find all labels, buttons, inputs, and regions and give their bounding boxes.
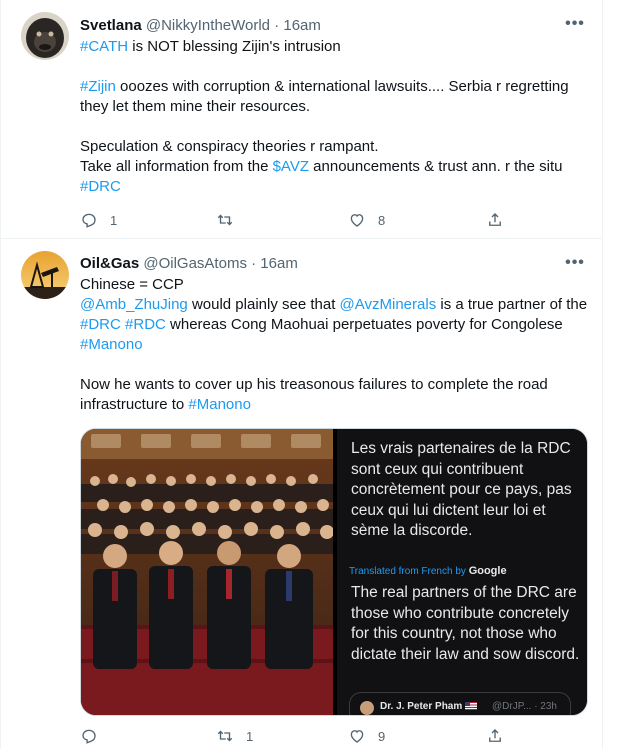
tweet-text-segment: would plainly see that <box>187 296 340 313</box>
quoted-author: Dr. J. Peter Pham <box>380 701 481 712</box>
reply-button[interactable]: 1 <box>80 210 117 230</box>
mention-link[interactable]: @AvzMinerals <box>340 296 437 313</box>
timestamp[interactable]: 16am <box>260 255 298 272</box>
user-handle[interactable]: @OilGasAtoms <box>143 255 247 272</box>
share-icon <box>489 213 501 226</box>
tweet-header: Svetlana @NikkyIntheWorld · 16am <box>80 16 321 36</box>
retweet-icon <box>217 730 233 742</box>
tweet-text: #CATH is NOT blessing Zijin's intrusion … <box>80 37 590 197</box>
avatar[interactable] <box>21 12 69 60</box>
hashtag-link[interactable]: #Manono <box>80 336 143 353</box>
reply-count: 1 <box>110 212 118 228</box>
like-button[interactable]: 8 <box>348 210 385 230</box>
display-name[interactable]: Oil&Gas <box>80 255 139 272</box>
tweet-text-segment: announcements & trust ann. r the situ <box>309 158 563 175</box>
reply-icon <box>82 729 96 744</box>
tweet-text-segment: Speculation & conspiracy theories r ramp… <box>80 138 379 155</box>
tweet-text-segment: Take all information from the <box>80 158 273 175</box>
share-button[interactable] <box>486 210 504 230</box>
more-icon[interactable]: ••• <box>563 253 587 277</box>
mention-link[interactable]: @Amb_ZhuJing <box>80 296 188 313</box>
hashtag-link[interactable]: #DRC <box>80 178 121 195</box>
tweet-text-segment: infrastructure to <box>80 396 189 413</box>
google-logo: Google <box>468 565 507 577</box>
tweet-text-segment: ooozes with corruption & international l… <box>115 78 569 95</box>
french-quote-text: Les vrais partenaires de la RDC sont ceu… <box>351 440 572 539</box>
share-button[interactable] <box>486 726 504 746</box>
reply-button[interactable] <box>80 726 110 746</box>
tweet[interactable]: Svetlana @NikkyIntheWorld · 16am ••• #CA… <box>1 0 602 239</box>
tweet-text-segment: is NOT blessing Zijin's intrusion <box>128 38 341 55</box>
like-count: 9 <box>378 728 386 744</box>
cashtag-link[interactable]: $AVZ <box>273 158 309 175</box>
separator: · <box>251 255 257 272</box>
screenshot-image[interactable]: Les vrais partenaires de la RDC sont ceu… <box>337 429 587 715</box>
timeline-border-right <box>602 0 603 749</box>
tweet-actions: 1 9 <box>80 726 510 750</box>
tweet-header: Oil&Gas @OilGasAtoms · 16am <box>80 254 298 274</box>
avatar[interactable] <box>21 251 69 299</box>
user-handle[interactable]: @NikkyIntheWorld <box>146 17 270 34</box>
tweet-media[interactable]: Les vrais partenaires de la RDC sont ceu… <box>80 428 588 716</box>
tweet-text-segment: whereas Cong Maohuai perpetuates poverty… <box>165 316 563 333</box>
hashtag-link[interactable]: #CATH <box>80 38 128 55</box>
english-quote-text: The real partners of the DRC are those w… <box>351 584 580 663</box>
retweet-icon <box>217 214 233 226</box>
like-count: 8 <box>378 212 386 228</box>
group-photo[interactable] <box>81 429 333 715</box>
retweet-count: 1 <box>246 728 254 744</box>
tweet-text-segment: is a true partner of the <box>436 296 588 313</box>
quoted-tweet-card: Dr. J. Peter Pham @DrJP... · 23h <box>349 692 571 715</box>
tweet-actions: 1 8 <box>80 210 510 234</box>
more-icon[interactable]: ••• <box>563 14 587 38</box>
share-icon <box>489 729 501 742</box>
like-icon <box>350 214 364 227</box>
translation-label: Translated from French by Google <box>349 565 507 577</box>
retweet-button[interactable] <box>216 210 246 230</box>
reply-icon <box>82 213 96 228</box>
tweet-text-segment: Chinese = CCP <box>80 276 184 293</box>
us-flag-icon <box>465 702 478 711</box>
timestamp[interactable]: 16am <box>283 17 321 34</box>
hashtag-link[interactable]: #RDC <box>125 316 166 333</box>
separator: · <box>274 17 280 34</box>
tweet-text-segment: Now he wants to cover up his treasonous … <box>80 376 548 393</box>
like-icon <box>350 730 364 743</box>
hashtag-link[interactable]: #Zijin <box>80 78 116 95</box>
hashtag-link[interactable]: #Manono <box>188 396 251 413</box>
like-button[interactable]: 9 <box>348 726 385 746</box>
quoted-author-name: Dr. J. Peter Pham <box>380 701 463 712</box>
quoted-author-handle: @DrJP... · 23h <box>492 701 557 712</box>
tweet-text-segment: they let them mine their resources. <box>80 98 311 115</box>
tweet[interactable]: Oil&Gas @OilGasAtoms · 16am ••• Chinese … <box>1 239 602 749</box>
display-name[interactable]: Svetlana <box>80 17 142 34</box>
hashtag-link[interactable]: #DRC <box>80 316 121 333</box>
translation-label-text: Translated from French by <box>349 566 466 577</box>
tweet-text: Chinese = CCP @Amb_ZhuJing would plainly… <box>80 275 590 415</box>
avatar <box>360 701 374 715</box>
retweet-button[interactable]: 1 <box>216 726 253 746</box>
